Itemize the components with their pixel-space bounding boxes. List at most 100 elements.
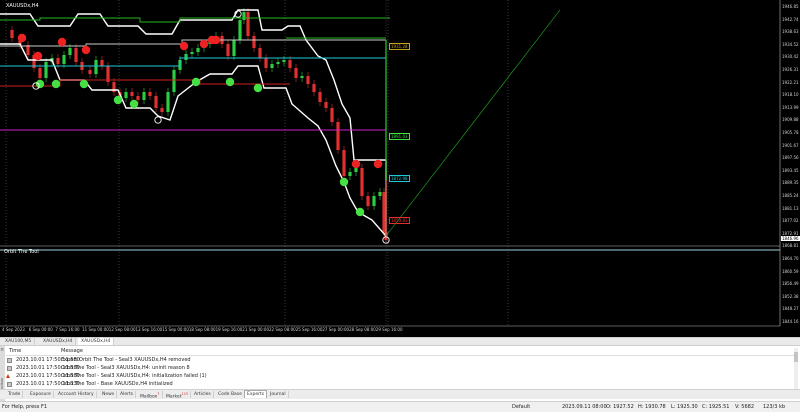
candle-body — [360, 168, 364, 196]
chart-window[interactable]: XAUUSDx,H4 Orbit The Tool 1946.85 1942.74… — [0, 0, 800, 340]
price-tick: 1877.02 — [782, 218, 799, 224]
toolbox-tab-code-base[interactable]: Code Base — [216, 391, 245, 398]
candle-body — [136, 96, 140, 100]
candle-body — [242, 12, 246, 20]
log-header: Time Message — [6, 348, 794, 356]
column-header-time[interactable]: Time — [9, 348, 21, 354]
toolbox-tab-news[interactable]: News — [100, 391, 118, 398]
candle-body — [288, 60, 292, 68]
status-close: C: 1925.51 — [702, 404, 730, 410]
chart-tab-3-active[interactable]: XAUUSDx,H4 — [78, 338, 115, 345]
price-tick: 1856.49 — [782, 281, 799, 287]
status-profile[interactable]: Default — [512, 404, 530, 410]
trend-line — [385, 9, 561, 237]
log-row[interactable]: 2023.10.01 17:50:11.580 Orbit The Tool -… — [6, 364, 794, 372]
time-axis: 4 Sep 2023 6 Sep 00:00 7 Sep 16:00 11 Sep 0… — [0, 326, 780, 336]
candle-body — [100, 60, 104, 66]
status-low: L: 1925.30 — [671, 404, 698, 410]
candle-body — [68, 48, 72, 55]
toolbox-tab-account-history[interactable]: Account History — [56, 391, 97, 398]
toolbox-tab-trade[interactable]: Trade — [6, 391, 24, 398]
chart-tab-2[interactable]: XAUUSDx,H4 — [40, 338, 77, 345]
toolbox-tab-mailbox[interactable]: Mailbox7 — [138, 391, 163, 400]
time-tick: 29 Sep 16:00 — [375, 327, 403, 332]
buy-signal-marker — [35, 79, 45, 89]
log-row[interactable]: 2023.10.01 17:50:11.580 Expert Orbit The… — [6, 356, 794, 364]
time-tick: 25 Sep 16:00 — [295, 327, 323, 332]
candle-body — [294, 68, 298, 78]
column-header-message[interactable]: Message — [61, 348, 83, 354]
candle-body — [226, 44, 230, 56]
light-green-level-label: 1891.03 — [389, 133, 410, 140]
toolbox-tab-label: Account History — [58, 392, 94, 397]
toolbox-tab-label: Exposure — [30, 392, 51, 397]
upper-grey-level — [0, 39, 386, 47]
toolbox-tab-alerts[interactable]: Alerts — [118, 391, 137, 398]
toolbox-tab-badge: 7 — [157, 392, 160, 396]
status-high: H: 1930.78 — [638, 404, 666, 410]
price-tick: 1901.67 — [782, 142, 799, 148]
candle-body — [372, 196, 376, 206]
candle-body — [142, 92, 146, 100]
buy-signal-marker — [113, 95, 123, 105]
buy-signal-marker — [79, 79, 89, 89]
toolbox-tab-label: Articles — [194, 392, 211, 397]
candle-body — [190, 52, 194, 54]
toolbox-tab-experts[interactable]: Experts — [244, 390, 268, 398]
toolbox-tab-label: Trade — [8, 392, 21, 397]
log-scrollbar-thumb[interactable] — [794, 352, 798, 362]
buy-signal-marker — [225, 77, 235, 87]
toolbox-tab-label: News — [102, 392, 115, 397]
log-row[interactable]: 2023.10.01 17:50:11.580 Orbit The Tool -… — [6, 372, 794, 380]
candle-body — [238, 20, 242, 40]
candle-body — [336, 122, 340, 150]
log-list: 2023.10.01 17:50:11.580 Expert Orbit The… — [6, 356, 794, 388]
candle-body — [10, 30, 14, 38]
log-message: Orbit The Tool - Base XAUUSDx,H4 initial… — [61, 381, 173, 387]
candle-body — [366, 196, 370, 206]
price-tick: 1889.35 — [782, 180, 799, 186]
price-tick: 1946.85 — [782, 4, 799, 9]
sell-signal-marker — [207, 35, 217, 45]
candle-body — [44, 62, 48, 78]
indicator-window-label: Orbit The Tool — [4, 249, 39, 255]
time-tick: 11 Sep 00:00 — [82, 327, 109, 332]
toolbox-tab-market[interactable]: Market115 — [164, 391, 192, 400]
candle-body — [282, 60, 286, 62]
buy-signal-marker — [129, 99, 139, 109]
toolbox-tab-articles[interactable]: Articles — [192, 391, 214, 398]
toolbox-tab-journal[interactable]: Journal — [268, 391, 289, 398]
time-tick: 27 Sep 00:00 — [322, 327, 350, 332]
status-traffic: 123/3 kb — [763, 404, 786, 410]
info-icon — [7, 358, 12, 363]
green-level-label: 1931.28 — [389, 43, 410, 50]
toolbox-tab-label: Mailbox — [140, 394, 158, 400]
close-icon[interactable]: × — [0, 347, 4, 353]
buy-signal-marker — [253, 83, 263, 93]
log-row[interactable]: 2023.10.01 17:50:11.330 Orbit The Tool -… — [6, 380, 794, 388]
price-tick: 1922.21 — [782, 79, 799, 85]
toolbox-tab-label: Experts — [247, 392, 265, 397]
candle-body — [172, 70, 176, 92]
price-scale[interactable]: 1946.85 1942.74 1938.63 1934.52 1930.42 1926.… — [780, 0, 800, 326]
buy-signal-marker — [51, 79, 61, 89]
price-chart[interactable] — [0, 0, 800, 340]
toolbox-tabs: Trade Exposure Account History News Alerts Ma… — [0, 389, 800, 400]
candle-body — [276, 62, 280, 64]
log-message: Orbit The Tool - Seal3 XAUUSDx,H4: unini… — [61, 365, 190, 371]
candle-body — [300, 76, 304, 78]
toolbox-tab-exposure[interactable]: Exposure — [28, 391, 54, 398]
time-tick: 15 Sep 00:00 — [162, 327, 189, 332]
candle-body — [94, 60, 98, 74]
time-tick: 12 Sep 08:00 — [108, 327, 136, 332]
time-tick: 13 Sep 16:00 — [135, 327, 163, 332]
candle-body — [342, 150, 346, 176]
candle-body — [160, 108, 164, 112]
buy-signal-marker — [339, 177, 349, 187]
current-price-tag: 1846.96 — [781, 236, 800, 241]
candle-body — [130, 92, 134, 96]
sell-signal-marker — [199, 39, 209, 49]
sell-signal-marker — [179, 41, 189, 51]
red-level-label: 1859.83 — [389, 217, 410, 224]
chart-tab-1[interactable]: XAU100,M5 — [2, 338, 36, 345]
